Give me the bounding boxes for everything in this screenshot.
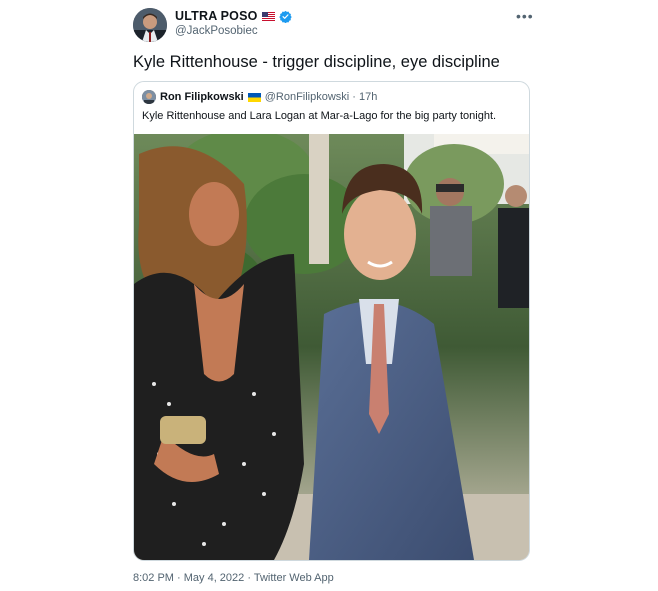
- author-handle[interactable]: @JackPosobiec: [175, 25, 258, 37]
- author-name-row: ULTRA POSO: [175, 9, 292, 23]
- quoted-author-avatar[interactable]: [142, 90, 156, 104]
- quoted-author-name[interactable]: Ron Filipkowski: [160, 91, 244, 103]
- us-flag-icon: [261, 11, 275, 21]
- quoted-tweet-photo[interactable]: [134, 134, 529, 560]
- quoted-avatar-image: [142, 90, 156, 104]
- quoted-tweet[interactable]: Ron Filipkowski @RonFilipkowski · 17h Ky…: [133, 81, 530, 561]
- author-avatar[interactable]: [133, 8, 167, 42]
- tweet-card: ULTRA POSO @JackPosobiec ••• Kyle Ritten…: [121, 0, 541, 591]
- author-name[interactable]: ULTRA POSO: [175, 9, 258, 23]
- author-avatar-image: [133, 8, 167, 42]
- verified-badge-icon: [278, 10, 292, 23]
- tweet-text: Kyle Rittenhouse - trigger discipline, e…: [133, 53, 500, 71]
- quoted-handle-time[interactable]: @RonFilipkowski · 17h: [265, 91, 378, 103]
- quoted-tweet-header: Ron Filipkowski @RonFilipkowski · 17h: [142, 90, 377, 104]
- more-options-icon[interactable]: •••: [516, 8, 534, 24]
- ukraine-flag-icon: [247, 92, 261, 102]
- quoted-tweet-text: Kyle Rittenhouse and Lara Logan at Mar-a…: [142, 110, 497, 122]
- tweet-timestamp-source[interactable]: 8:02 PM · May 4, 2022 · Twitter Web App: [133, 572, 334, 584]
